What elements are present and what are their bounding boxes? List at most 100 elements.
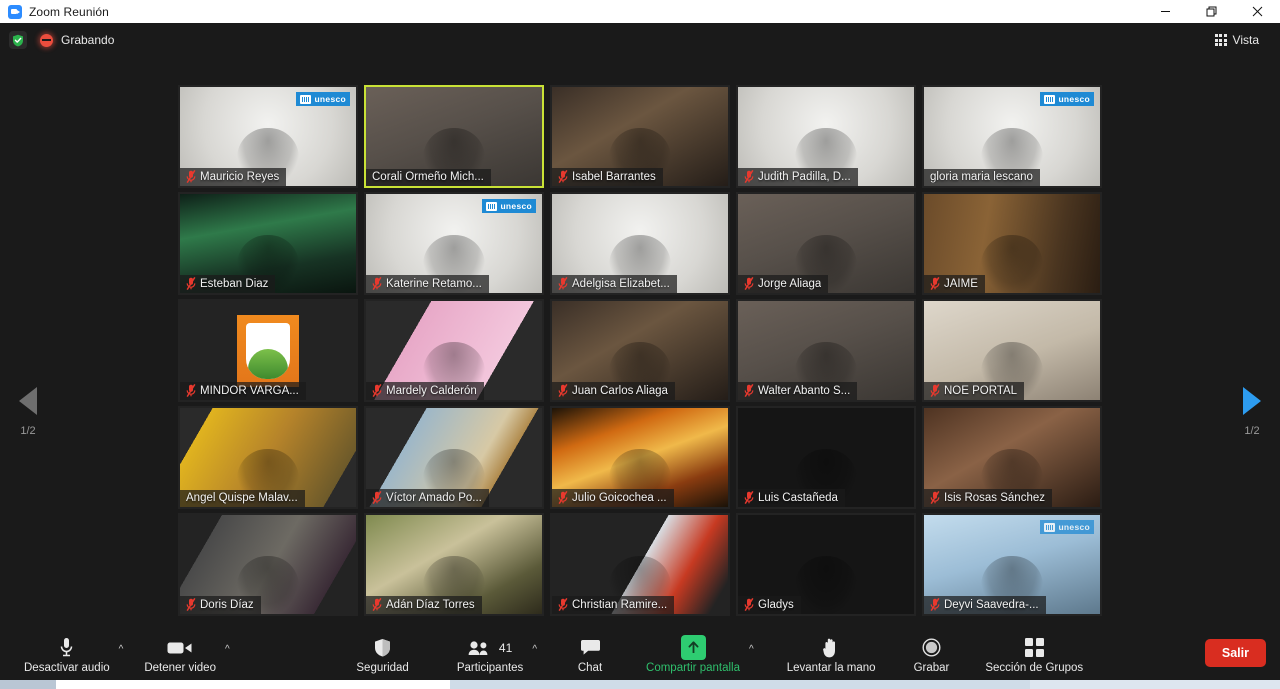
participant-name-bar: Mauricio Reyes <box>180 168 287 186</box>
microphone-muted-icon <box>744 491 754 504</box>
participants-control-group: 41 Participantes ^ <box>451 632 542 674</box>
participant-name: Juan Carlos Aliaga <box>572 384 668 397</box>
participant-tile[interactable]: Julio Goicochea ... <box>550 406 730 509</box>
participant-grid: unesco Mauricio Reyes Corali Ormeño Mich..… <box>178 85 1102 619</box>
video-gallery-stage: 1/2 1/2 unesco Mauricio Reyes Corali Ormeñ… <box>0 57 1280 625</box>
participant-name-bar: NOÉ PORTAL <box>924 382 1025 400</box>
unesco-wordmark: unesco <box>314 94 346 104</box>
participant-name-bar: Judith Padilla, D... <box>738 168 858 186</box>
participants-options-chevron-up-icon[interactable]: ^ <box>527 642 542 657</box>
participant-name: Isis Rosas Sánchez <box>944 491 1045 504</box>
unesco-logo: unesco <box>1040 520 1094 534</box>
security-button[interactable]: Seguridad <box>350 632 414 674</box>
shield-check-icon[interactable] <box>9 31 27 49</box>
microphone-muted-icon <box>372 598 382 611</box>
participants-button[interactable]: 41 Participantes <box>451 632 529 674</box>
restore-icon[interactable] <box>1188 0 1234 23</box>
participant-tile[interactable]: Judith Padilla, D... <box>736 85 916 188</box>
minimize-icon[interactable] <box>1142 0 1188 23</box>
audio-options-chevron-up-icon[interactable]: ^ <box>114 642 129 657</box>
microphone-muted-icon <box>930 598 940 611</box>
microphone-muted-icon <box>558 277 568 290</box>
microphone-icon <box>59 635 74 661</box>
microphone-muted-icon <box>744 384 754 397</box>
participant-name: Isabel Barrantes <box>572 170 656 183</box>
participant-name: Katerine Retamo... <box>386 277 482 290</box>
participant-tile[interactable]: Mardely Calderón <box>364 299 544 402</box>
participant-tile[interactable]: NOÉ PORTAL <box>922 299 1102 402</box>
participant-tile[interactable]: Adelgisa Elizabet... <box>550 192 730 295</box>
raise-hand-button[interactable]: Levantar la mano <box>781 632 882 674</box>
participant-tile[interactable]: Adán Díaz Torres <box>364 513 544 616</box>
participant-name: Jorge Aliaga <box>758 277 822 290</box>
breakout-rooms-button[interactable]: Sección de Grupos <box>979 632 1089 674</box>
video-options-chevron-up-icon[interactable]: ^ <box>220 642 235 657</box>
next-page-button[interactable]: 1/2 <box>1224 387 1280 437</box>
window-title: Zoom Reunión <box>29 4 109 19</box>
microphone-muted-icon <box>372 491 382 504</box>
participant-name-bar: Isis Rosas Sánchez <box>924 489 1052 507</box>
participant-tile[interactable]: Walter Abanto S... <box>736 299 916 402</box>
taskbar-seg-c <box>450 680 1030 689</box>
stop-video-button[interactable]: Detener video <box>138 632 222 674</box>
mute-button[interactable]: Desactivar audio <box>18 632 116 674</box>
participant-tile[interactable]: Doris Díaz <box>178 513 358 616</box>
participant-tile[interactable]: Corali Ormeño Mich... <box>364 85 544 188</box>
microphone-muted-icon <box>186 598 196 611</box>
microphone-muted-icon <box>558 384 568 397</box>
participant-name: Mardely Calderón <box>386 384 477 397</box>
unesco-wordmark: unesco <box>500 201 532 211</box>
breakout-label: Sección de Grupos <box>985 661 1084 674</box>
participant-name-bar: Walter Abanto S... <box>738 382 858 400</box>
previous-page-button[interactable]: 1/2 <box>0 387 56 437</box>
unesco-logo: unesco <box>296 92 350 106</box>
share-screen-arrow-icon <box>680 635 706 661</box>
participant-tile[interactable]: Isabel Barrantes <box>550 85 730 188</box>
participant-name: Doris Díaz <box>200 598 254 611</box>
participant-tile[interactable]: Christian Ramire... <box>550 513 730 616</box>
participants-count: 41 <box>498 640 513 655</box>
participant-tile[interactable]: MINDOR VARGA... <box>178 299 358 402</box>
participant-name-bar: Adelgisa Elizabet... <box>552 275 677 293</box>
participant-name-bar: Esteban Diaz <box>180 275 276 293</box>
participant-tile[interactable]: unesco Deyvi Saavedra-... <box>922 513 1102 616</box>
record-button[interactable]: Grabar <box>908 632 956 674</box>
participant-tile[interactable]: Luis Castañeda <box>736 406 916 509</box>
record-label: Grabar <box>913 661 950 674</box>
participant-name-bar: Víctor Amado Po... <box>366 489 489 507</box>
unesco-logo: unesco <box>482 199 536 213</box>
recording-indicator[interactable]: Grabando <box>40 33 114 47</box>
participant-tile[interactable]: Gladys <box>736 513 916 616</box>
participant-tile[interactable]: Esteban Diaz <box>178 192 358 295</box>
microphone-muted-icon <box>186 384 196 397</box>
participant-name-bar: Deyvi Saavedra-... <box>924 596 1046 614</box>
share-screen-button[interactable]: Compartir pantalla <box>640 632 746 674</box>
microphone-muted-icon <box>930 277 940 290</box>
leave-meeting-button[interactable]: Salir <box>1204 638 1266 667</box>
close-icon[interactable] <box>1234 0 1280 23</box>
participant-name-bar: JAIME <box>924 275 985 293</box>
share-options-chevron-up-icon[interactable]: ^ <box>744 642 759 657</box>
participant-tile[interactable]: Isis Rosas Sánchez <box>922 406 1102 509</box>
grid-view-icon <box>1214 34 1227 46</box>
participant-tile[interactable]: unesco Mauricio Reyes <box>178 85 358 188</box>
view-button[interactable]: Vista <box>1208 29 1266 51</box>
unesco-mark-icon <box>1044 522 1056 532</box>
participants-label: Participantes <box>456 661 524 674</box>
microphone-muted-icon <box>930 384 940 397</box>
share-control-group: Compartir pantalla ^ <box>640 632 759 674</box>
participant-name: JAIME <box>944 277 978 290</box>
unesco-mark-icon <box>300 94 312 104</box>
participant-tile[interactable]: Angel Quispe Malav... <box>178 406 358 509</box>
video-label: Detener video <box>144 661 216 674</box>
participant-tile[interactable]: unesco gloria maria lescano <box>922 85 1102 188</box>
participant-tile[interactable]: Víctor Amado Po... <box>364 406 544 509</box>
microphone-muted-icon <box>558 598 568 611</box>
chevron-left-icon <box>19 387 37 415</box>
participant-tile[interactable]: unesco Katerine Retamo... <box>364 192 544 295</box>
participant-tile[interactable]: Jorge Aliaga <box>736 192 916 295</box>
participant-name-bar: Christian Ramire... <box>552 596 675 614</box>
chat-button[interactable]: Chat <box>568 632 612 674</box>
participant-tile[interactable]: Juan Carlos Aliaga <box>550 299 730 402</box>
participant-tile[interactable]: JAIME <box>922 192 1102 295</box>
